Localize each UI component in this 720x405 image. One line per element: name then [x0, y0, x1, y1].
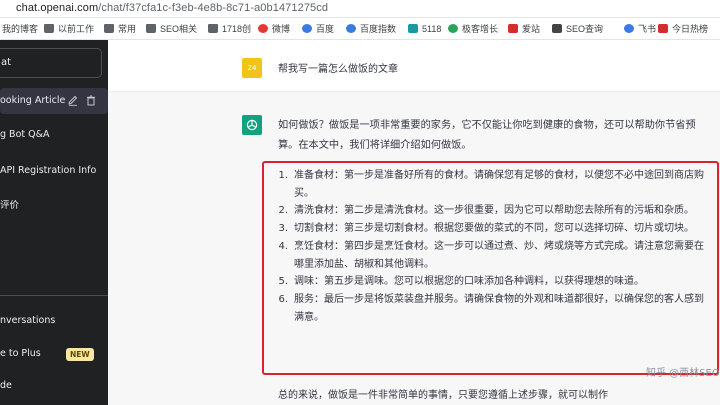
user-avatar: 24 — [242, 58, 262, 78]
conversation-title: API Registration Info — [0, 165, 97, 176]
conversation-item[interactable]: API Registration Info — [0, 158, 108, 184]
site-icon — [658, 24, 668, 33]
list-item: 3. 切割食材：第三步是切割食材。根据您要做的菜式的不同，您可以选择切碎、切片或切… — [278, 223, 694, 235]
bookmarks-bar: 我的博客 以前工作 常用 SEO相关 1718创 微博 百度 百度指数 5118… — [0, 18, 720, 40]
list-item: 5. 调味：第五步是调味。您可以根据您的口味添加各种调料，以获得理想的味道。 — [278, 276, 644, 288]
bookmark-item[interactable]: 极客增长 — [448, 22, 498, 36]
sidebar-divider — [0, 295, 108, 296]
site-icon — [508, 24, 518, 33]
url-text[interactable]: chat.openai.com/chat/f37cfa1c-f3eb-4e8b-… — [16, 2, 328, 14]
bookmark-item[interactable]: 常用 — [104, 22, 136, 36]
bookmark-item[interactable]: 飞书 — [624, 22, 656, 36]
steps-list: 1. 准备食材：第一步是准备好所有的食材。请确保您有足够的食材，以便您不必中途回到… — [274, 167, 704, 326]
conversation-title: 评价 — [0, 200, 20, 211]
list-item: 6. 服务：最后一步是将饭菜装盘并服务。请确保食物的外观和味道都很好，以确保您的客… — [278, 293, 704, 323]
bookmark-item[interactable]: 微博 — [258, 22, 290, 36]
bookmark-item[interactable]: 今日热榜 — [658, 22, 708, 36]
conversation-item[interactable]: g Bot Q&A — [0, 122, 108, 148]
bookmark-item[interactable]: 爱站 — [508, 22, 540, 36]
url-path: /chat/f37cfa1c-f3eb-4e8b-8c71-a0b1471275… — [98, 2, 329, 14]
conversation-item-active[interactable]: ooking Article — [0, 88, 108, 114]
user-message: 帮我写一篇怎么做饭的文章 — [278, 64, 398, 75]
site-icon — [552, 24, 562, 33]
address-bar[interactable]: chat.openai.com/chat/f37cfa1c-f3eb-4e8b-… — [0, 0, 720, 18]
bookmark-item[interactable]: 百度 — [302, 22, 334, 36]
list-item: 1. 准备食材：第一步是准备好所有的食材。请确保您有足够的食材，以便您不必中途回到… — [278, 170, 704, 199]
assistant-outro: 总的来说，做饭是一件非常简单的事情，只要您遵循上述步骤，就可以制作 — [278, 390, 608, 401]
trash-icon[interactable] — [86, 95, 96, 106]
folder-icon — [104, 24, 114, 33]
chat-main: 24 帮我写一篇怎么做饭的文章 如何做饭？做饭是一项非常重要的家务，它不仅能让你… — [108, 40, 720, 405]
conversation-title: ooking Article — [0, 95, 66, 106]
folder-icon — [146, 24, 156, 33]
user-message-row: 24 帮我写一篇怎么做饭的文章 — [108, 40, 720, 92]
upgrade-to-plus-button[interactable]: e to Plus — [0, 344, 41, 364]
dark-mode-button[interactable]: de — [0, 376, 12, 396]
site-icon — [408, 24, 418, 33]
list-item: 2. 清洗食材：第二步是清洗食材。这一步很重要，因为它可以帮助您去除所有的污垢和杂… — [278, 205, 694, 217]
baidu-icon — [302, 24, 312, 33]
weibo-icon — [258, 24, 268, 33]
clear-conversations-button[interactable]: nversations — [0, 311, 55, 331]
baidu-icon — [346, 24, 356, 33]
bookmark-item[interactable]: 以前工作 — [44, 22, 94, 36]
bookmark-item[interactable]: 1718创 — [208, 22, 251, 36]
assistant-message-row: 如何做饭？做饭是一项非常重要的家务，它不仅能让你吃到健康的食物，还可以帮助你节省… — [108, 92, 720, 405]
conversation-item[interactable]: 评价 — [0, 193, 108, 219]
assistant-intro: 如何做饭？做饭是一项非常重要的家务，它不仅能让你吃到健康的食物，还可以帮助你节省… — [278, 120, 696, 151]
url-domain: chat.openai.com — [16, 2, 99, 14]
edit-icon[interactable] — [68, 95, 78, 106]
bookmark-item[interactable]: SEO查询 — [552, 22, 603, 36]
openai-logo-icon — [242, 115, 262, 135]
site-icon — [448, 24, 458, 33]
new-chat-button[interactable]: at — [0, 48, 102, 78]
new-badge: NEW — [66, 348, 94, 361]
bookmark-item[interactable]: 百度指数 — [346, 22, 396, 36]
folder-icon — [208, 24, 218, 33]
conversation-title: g Bot Q&A — [0, 129, 50, 140]
sidebar: at ooking Article g Bot Q&A API Registra… — [0, 40, 108, 405]
bookmark-item[interactable]: SEO相关 — [146, 22, 197, 36]
bookmark-item[interactable]: 5118 — [408, 22, 441, 36]
list-item: 4. 烹饪食材：第四步是烹饪食材。这一步可以通过煮、炒、烤或烧等方式完成。请注意您… — [278, 240, 704, 270]
feishu-icon — [624, 24, 634, 33]
watermark: 知乎 @西林SEO — [646, 368, 720, 379]
bookmark-item[interactable]: 我的博客 — [0, 22, 38, 36]
folder-icon — [44, 24, 54, 33]
